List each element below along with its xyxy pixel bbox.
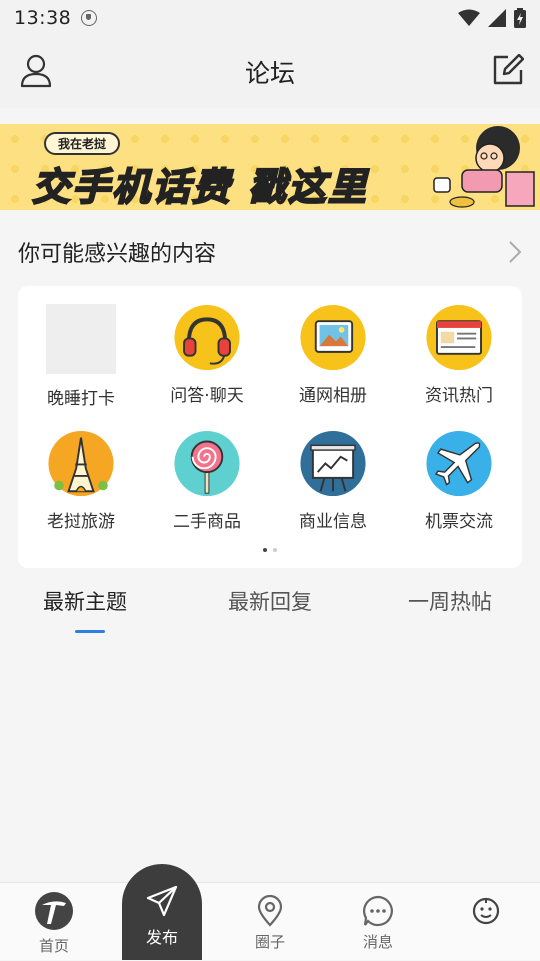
grid-item-label: 机票交流 <box>425 512 493 532</box>
paper-plane-icon <box>146 885 178 917</box>
grid-item-photo-album[interactable]: 通网相册 <box>270 286 396 406</box>
nav-circles-label: 圈子 <box>254 933 285 951</box>
business-chart-icon <box>300 430 366 497</box>
tab-latest-topics[interactable]: 最新主题 <box>43 586 127 616</box>
grid-item-label: 晚睡打卡 <box>47 389 115 409</box>
airplane-icon <box>426 430 492 497</box>
cellular-signal-icon <box>488 9 506 27</box>
wifi-icon <box>458 9 480 26</box>
compose-edit-icon[interactable] <box>492 54 524 86</box>
active-tab-indicator <box>75 630 105 633</box>
nav-home[interactable]: 首页 <box>0 883 108 961</box>
cartoon-character-illustration <box>433 126 535 208</box>
grid-item-second-hand[interactable]: 二手商品 <box>144 412 270 532</box>
grid-item-label: 老挝旅游 <box>47 512 115 532</box>
location-pin-icon <box>257 895 283 927</box>
grid-page-indicator <box>18 548 522 552</box>
section-title: 你可能感兴趣的内容 <box>18 242 217 267</box>
grid-item-hot-news[interactable]: 资讯热门 <box>396 286 522 406</box>
page-title: 论坛 <box>244 59 295 88</box>
promo-banner[interactable]: 我在老挝 交手机话费 戳这里 <box>0 124 540 210</box>
security-shield-icon <box>81 10 98 26</box>
lollipop-icon <box>174 430 240 497</box>
chevron-right-icon[interactable] <box>508 240 522 264</box>
placeholder-image <box>46 304 116 374</box>
grid-item-business-info[interactable]: 商业信息 <box>270 412 396 532</box>
banner-tag: 我在老挝 <box>44 132 121 155</box>
user-profile-icon[interactable] <box>20 54 52 88</box>
grid-item-label: 问答·聊天 <box>170 386 244 406</box>
bottom-navigation: 首页 圈子 消息 <box>0 882 540 960</box>
nav-home-label: 首页 <box>38 937 69 955</box>
interest-section-header[interactable]: 你可能感兴趣的内容 <box>0 228 540 276</box>
status-icons <box>458 8 526 28</box>
grid-item-qa-chat[interactable]: 问答·聊天 <box>144 286 270 406</box>
grid-item-label: 资讯热门 <box>425 386 493 406</box>
profile-face-icon <box>472 897 500 925</box>
eiffel-tower-icon <box>48 430 114 497</box>
page-dot <box>273 548 277 552</box>
grid-item-label: 通网相册 <box>299 386 367 406</box>
grid-item-late-night-checkin[interactable]: 晚睡打卡 <box>18 286 144 409</box>
nav-messages[interactable]: 消息 <box>324 883 432 961</box>
nav-messages-label: 消息 <box>362 933 393 951</box>
grid-item-flight-tickets[interactable]: 机票交流 <box>396 412 522 532</box>
message-bubble-icon <box>363 895 393 927</box>
grid-item-label: 商业信息 <box>299 512 367 532</box>
page-dot-active <box>263 548 267 552</box>
thread-tabs: 最新主题 最新回复 一周热帖 <box>0 580 540 640</box>
tab-weekly-hot[interactable]: 一周热帖 <box>408 586 492 616</box>
nav-profile[interactable] <box>432 883 540 961</box>
headphones-icon <box>174 304 240 371</box>
battery-icon <box>514 8 526 28</box>
grid-item-label: 二手商品 <box>173 512 241 532</box>
photo-album-icon <box>300 304 366 371</box>
publish-button[interactable]: 发布 <box>122 864 202 960</box>
home-logo-icon <box>35 892 73 930</box>
status-time: 13:38 <box>14 7 72 29</box>
category-grid: 晚睡打卡 问答·聊天 通网相册 资讯热门 老挝旅游 二手商品 商业信息 机票交流 <box>18 286 522 568</box>
banner-headline-highlight: 戳这里 <box>247 164 369 210</box>
banner-headline-text: 交手机话费 <box>31 164 233 210</box>
top-bar: 论坛 <box>0 36 540 108</box>
banner-headline: 交手机话费 戳这里 <box>31 156 369 210</box>
tab-latest-replies[interactable]: 最新回复 <box>228 586 312 616</box>
status-bar: 13:38 <box>0 0 540 36</box>
nav-circles[interactable]: 圈子 <box>216 883 324 961</box>
publish-label: 发布 <box>145 928 178 947</box>
grid-item-laos-travel[interactable]: 老挝旅游 <box>18 412 144 532</box>
news-icon <box>426 304 492 371</box>
